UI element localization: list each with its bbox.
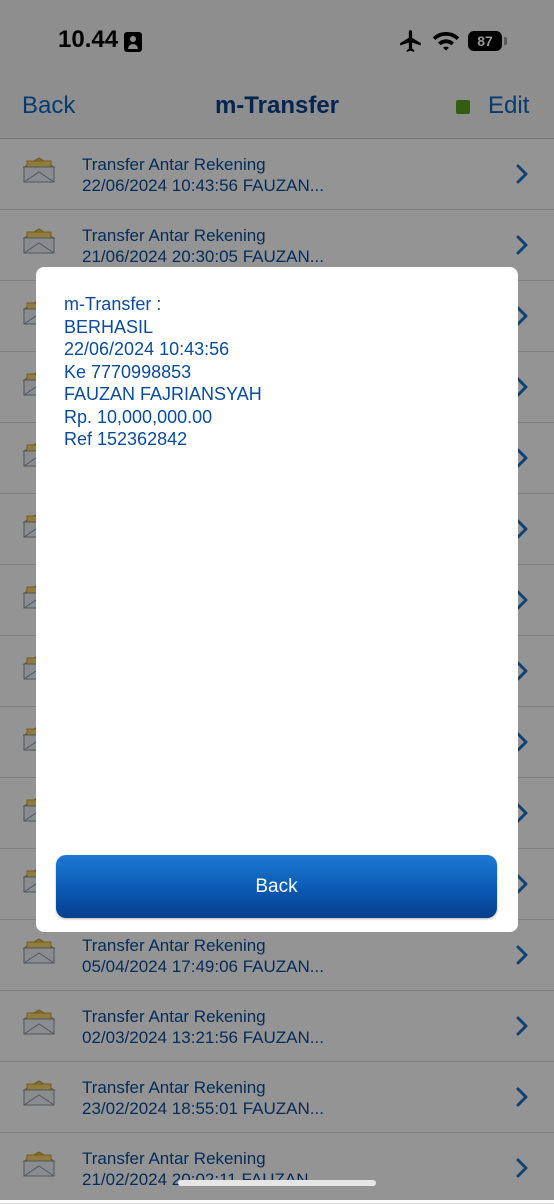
dialog-line: 22/06/2024 10:43:56 (64, 339, 230, 359)
home-indicator[interactable] (178, 1180, 376, 1186)
dialog-line: Rp. 10,000,000.00 (64, 406, 213, 427)
dialog-line: m-Transfer : (64, 294, 162, 314)
dialog-message: m-Transfer : BERHASIL 22/06/2024 10:43:5… (64, 293, 262, 451)
dialog-back-button[interactable]: Back (56, 855, 497, 918)
dialog-line: BERHASIL (64, 316, 154, 337)
dialog-line: FAUZAN FAJRIANSYAH (64, 384, 262, 404)
dialog-line: Ke 7770998853 (64, 361, 192, 382)
dialog-line: Ref 152362842 (64, 429, 188, 449)
transfer-result-dialog: m-Transfer : BERHASIL 22/06/2024 10:43:5… (36, 267, 518, 932)
